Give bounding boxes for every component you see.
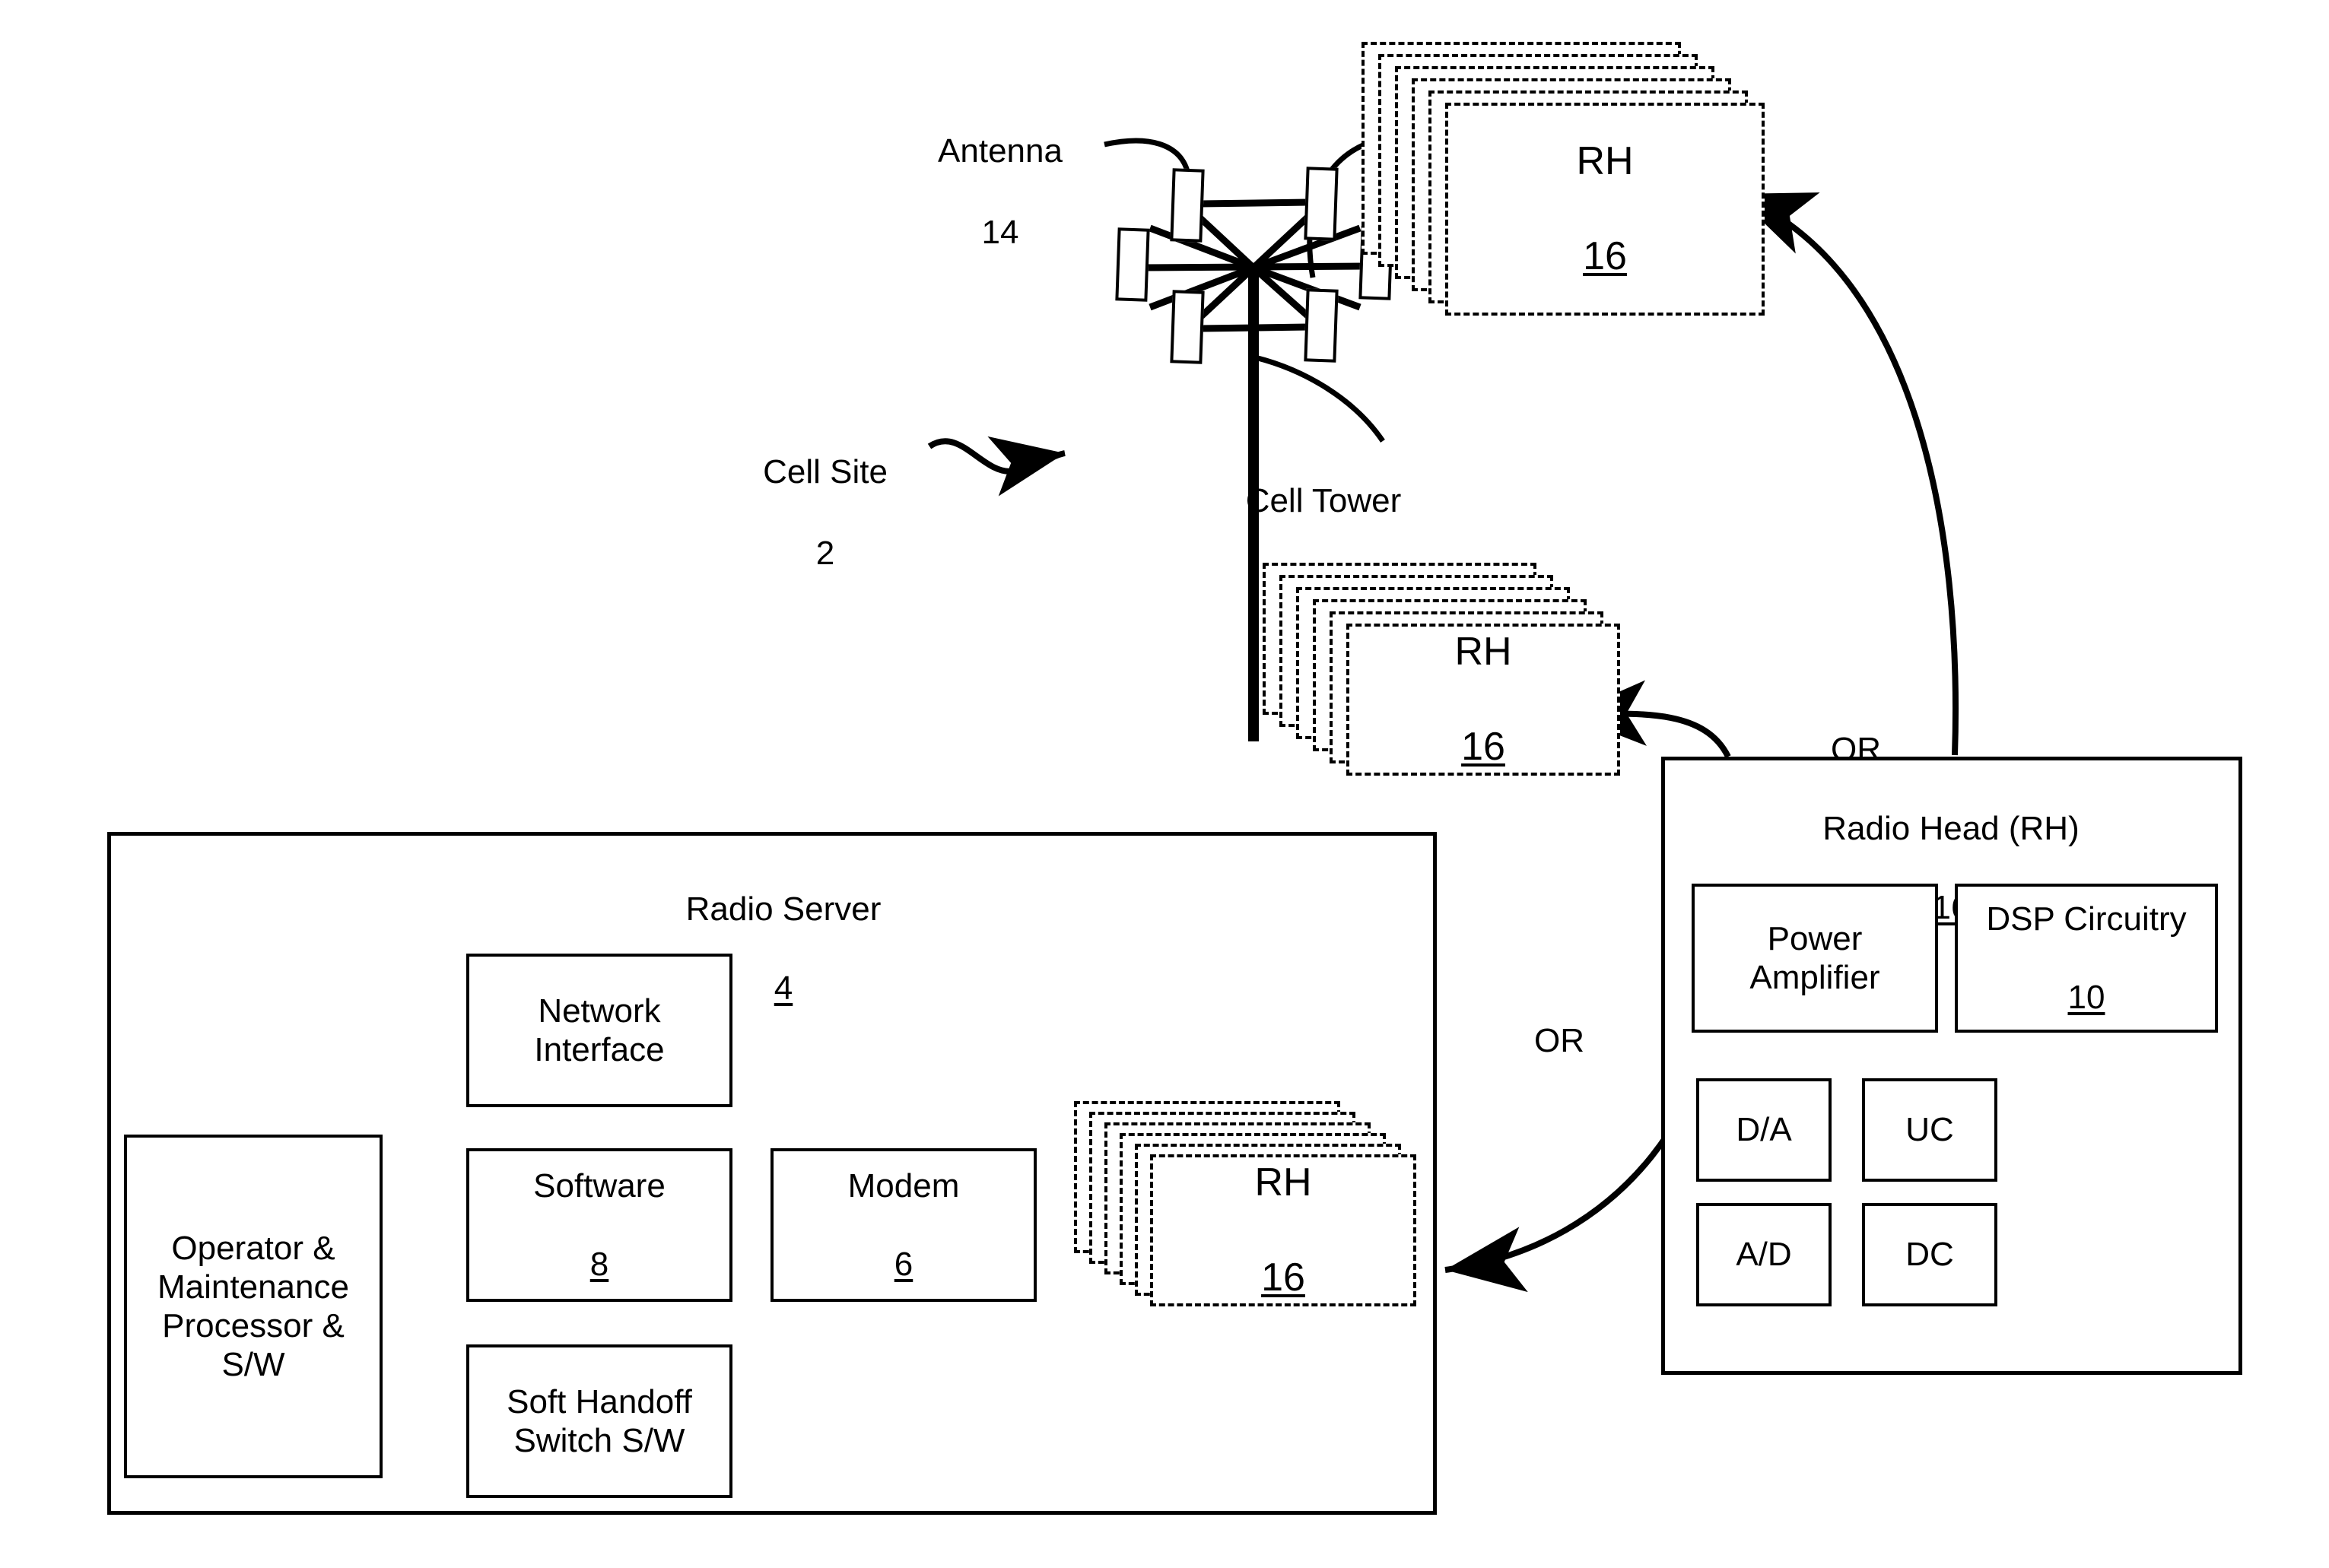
software-box[interactable]: Software 8: [466, 1148, 732, 1302]
upconverter-label: UC: [1905, 1111, 1954, 1149]
radio-server-title-text: Radio Server: [685, 890, 882, 928]
operator-maintenance-box[interactable]: Operator & Maintenance Processor & S/W: [124, 1135, 383, 1478]
cell-site-pointer-arrow: [927, 436, 1066, 497]
rh-tower-label-ref: 16: [1461, 725, 1505, 770]
rh-card-front[interactable]: RH 16: [1346, 624, 1620, 776]
analog-to-digital-box[interactable]: A/D: [1696, 1203, 1832, 1306]
or-label-lower-text: OR: [1534, 1021, 1584, 1059]
antenna-label-text: Antenna: [938, 132, 1063, 170]
modem-label-text: Modem: [847, 1167, 960, 1205]
upconverter-box[interactable]: UC: [1862, 1078, 1997, 1182]
cell-tower-label-text: Cell Tower: [1245, 481, 1402, 519]
rh-stack-tower-top: RH 16: [1361, 42, 1765, 316]
soft-handoff-switch-box[interactable]: Soft Handoff Switch S/W: [466, 1344, 732, 1498]
antenna-label: Antenna 14: [905, 90, 1095, 253]
analog-to-digital-label: A/D: [1736, 1236, 1792, 1274]
rh-stack-tower-bottom: RH 16: [1263, 563, 1658, 814]
rh-card-front[interactable]: RH 16: [1150, 1154, 1416, 1306]
rh-top-label-ref: 16: [1583, 234, 1627, 279]
rh-stack-server-inner: RH 16: [1074, 1101, 1431, 1344]
patent-figure-canvas: Antenna 14 Cell Site 2 Cell Tower 12 OR …: [0, 0, 2329, 1568]
digital-to-analog-label: D/A: [1736, 1111, 1792, 1149]
radio-head-title-text: Radio Head (RH): [1822, 809, 2080, 847]
operator-maintenance-label: Operator & Maintenance Processor & S/W: [157, 1229, 349, 1384]
dsp-circuitry-label-text: DSP Circuitry: [1986, 900, 2187, 938]
dsp-circuitry-label-ref: 10: [2067, 978, 2105, 1016]
cell-site-label: Cell Site 2: [730, 411, 920, 574]
rh-top-label: RH 16: [1576, 90, 1633, 328]
rh-tower-label: RH 16: [1454, 581, 1511, 818]
power-amplifier-box[interactable]: Power Amplifier: [1692, 884, 1938, 1033]
modem-label-ref: 6: [894, 1245, 913, 1283]
dsp-circuitry-box[interactable]: DSP Circuitry 10: [1955, 884, 2218, 1033]
rh-top-label-text: RH: [1576, 139, 1634, 184]
cell-site-label-text: Cell Site: [763, 452, 888, 490]
rh-server-label: RH 16: [1254, 1112, 1311, 1349]
modem-label: Modem 6: [848, 1128, 960, 1322]
radiohead-to-top-rh-arrow: [1733, 191, 1959, 756]
downconverter-label: DC: [1905, 1236, 1954, 1274]
software-label: Software 8: [533, 1128, 666, 1322]
modem-box[interactable]: Modem 6: [771, 1148, 1037, 1302]
software-label-text: Software: [533, 1167, 666, 1205]
power-amplifier-label: Power Amplifier: [1749, 919, 1880, 996]
network-interface-label: Network Interface: [534, 992, 665, 1068]
antenna-element-bottom-left: [1170, 290, 1205, 364]
rh-server-label-text: RH: [1254, 1160, 1312, 1205]
dsp-circuitry-label: DSP Circuitry 10: [1986, 861, 2186, 1055]
cell-tower-leader-line: [1254, 354, 1385, 443]
soft-handoff-switch-label: Soft Handoff Switch S/W: [507, 1382, 692, 1459]
rh-card-front[interactable]: RH 16: [1445, 103, 1765, 316]
cell-site-label-ref: 2: [815, 535, 835, 573]
antenna-element-bottom-right: [1304, 288, 1339, 363]
rh-server-label-ref: 16: [1261, 1255, 1305, 1300]
rh-tower-label-text: RH: [1454, 630, 1512, 674]
antenna-element-top-left: [1170, 168, 1205, 243]
antenna-element-top-right: [1304, 167, 1339, 241]
network-interface-box[interactable]: Network Interface: [466, 954, 732, 1107]
digital-to-analog-box[interactable]: D/A: [1696, 1078, 1832, 1182]
downconverter-box[interactable]: DC: [1862, 1203, 1997, 1306]
software-label-ref: 8: [589, 1245, 609, 1283]
antenna-element-left: [1115, 227, 1150, 302]
antenna-label-ref: 14: [981, 214, 1019, 252]
or-label-lower: OR: [1514, 979, 1605, 1061]
